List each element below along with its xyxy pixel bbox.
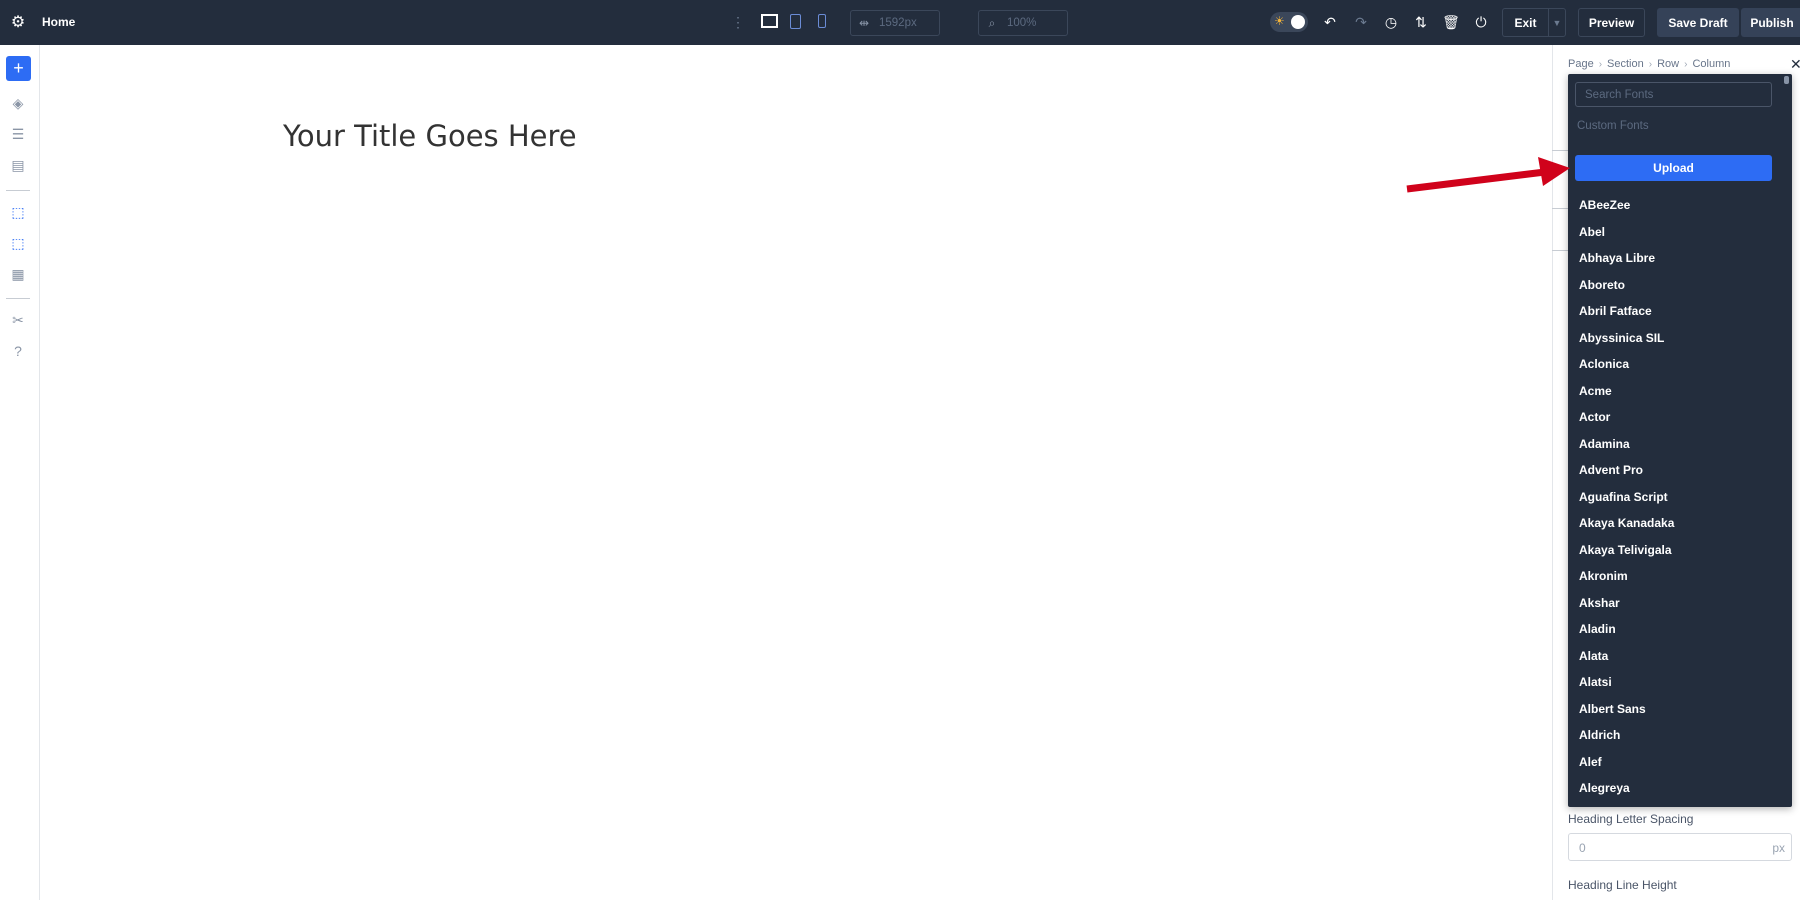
add-module-button[interactable]: +	[6, 56, 31, 81]
font-option[interactable]: Akaya Telivigala	[1568, 537, 1778, 564]
redo-icon[interactable]: ↷	[1351, 12, 1371, 32]
font-option[interactable]: Advent Pro	[1568, 457, 1778, 484]
breadcrumb-section[interactable]: Section	[1607, 58, 1644, 70]
save-draft-button[interactable]: Save Draft	[1657, 8, 1739, 37]
exit-dropdown-caret-icon[interactable]: ▼	[1548, 8, 1566, 37]
font-option[interactable]: Alef	[1568, 749, 1778, 776]
exit-button[interactable]: Exit	[1502, 8, 1548, 37]
font-option[interactable]: Actor	[1568, 404, 1778, 431]
breadcrumb-column[interactable]: Column	[1692, 58, 1730, 70]
light-dark-mode-toggle[interactable]: ☀	[1270, 12, 1308, 32]
arrow-shaft	[1406, 168, 1546, 193]
tools-icon[interactable]: ✂	[8, 310, 28, 330]
font-option[interactable]: Aguafina Script	[1568, 484, 1778, 511]
sidebar-divider	[6, 298, 30, 299]
font-list: ABeeZee Abel Abhaya Libre Aboreto Abril Fatf…	[1568, 192, 1778, 802]
heading-letter-spacing-label: Heading Letter Spacing	[1568, 812, 1694, 826]
sidebar-divider	[6, 190, 30, 191]
font-option[interactable]: Abyssinica SIL	[1568, 325, 1778, 352]
panel-divider	[1552, 208, 1568, 209]
left-sidebar: + ◈ ☰ ▤ ⬚ ⬚ ▦ ✂ ?	[0, 45, 40, 900]
font-option[interactable]: Abhaya Libre	[1568, 245, 1778, 272]
font-option[interactable]: Akshar	[1568, 590, 1778, 617]
breadcrumb: Page › Section › Row › Column	[1568, 58, 1730, 70]
database-icon[interactable]: ☰	[8, 124, 28, 144]
font-dropdown: Custom Fonts Upload ABeeZeeAbelAbhaya Li…	[1568, 74, 1792, 807]
search-fonts-input[interactable]	[1575, 82, 1772, 107]
zoom-field[interactable]: ⌕ 100%	[978, 10, 1068, 36]
page-title[interactable]: Your Title Goes Here	[283, 119, 577, 153]
breadcrumb-separator-icon: ›	[1684, 58, 1688, 70]
font-option[interactable]: Albert Sans	[1568, 696, 1778, 723]
font-option[interactable]: Akaya Kanadaka	[1568, 510, 1778, 537]
scrollbar-thumb[interactable]	[1784, 76, 1789, 84]
page-name: Home	[42, 15, 76, 29]
multi-select-icon[interactable]: ⬚	[8, 233, 28, 253]
width-arrows-icon: ⇹	[858, 16, 870, 30]
sort-arrows-icon[interactable]: ⇅	[1411, 12, 1431, 32]
preview-button[interactable]: Preview	[1578, 8, 1645, 37]
panel-divider	[1552, 150, 1568, 151]
toggle-knob	[1291, 15, 1305, 29]
close-panel-icon[interactable]: ✕	[1790, 56, 1800, 73]
panel-divider	[1552, 250, 1568, 251]
power-icon[interactable]: ⏻	[1471, 12, 1491, 32]
font-option[interactable]: Alegreya	[1568, 775, 1778, 802]
publish-button[interactable]: Publish	[1741, 8, 1800, 37]
font-option[interactable]: Aclonica	[1568, 351, 1778, 378]
font-option[interactable]: Abril Fatface	[1568, 298, 1778, 325]
history-icon[interactable]: ◷	[1381, 12, 1401, 32]
heading-letter-spacing-input[interactable]: 0 px	[1568, 833, 1792, 861]
canvas-width-field[interactable]: ⇹ 1592px	[850, 10, 940, 36]
layout-icon[interactable]: ▤	[8, 155, 28, 175]
arrow-head	[1538, 157, 1570, 186]
settings-gear-icon[interactable]: ⚙	[8, 12, 28, 32]
breadcrumb-row[interactable]: Row	[1657, 58, 1679, 70]
breadcrumb-separator-icon: ›	[1598, 58, 1603, 70]
font-option[interactable]: Acme	[1568, 378, 1778, 405]
top-toolbar: ⚙ Home ⋮ ⇹ 1592px ⌕ 100% ☀ ↶ ↷ ◷ ⇅ 🗑 ⏻ E…	[0, 0, 1800, 45]
font-option[interactable]: Alatsi	[1568, 669, 1778, 696]
phone-view-icon[interactable]	[818, 14, 826, 28]
breadcrumb-page[interactable]: Page	[1568, 58, 1594, 70]
undo-icon[interactable]: ↶	[1320, 12, 1340, 32]
font-option[interactable]: Akronim	[1568, 563, 1778, 590]
heading-line-height-label: Heading Line Height	[1568, 878, 1677, 892]
font-option[interactable]: Adamina	[1568, 431, 1778, 458]
sun-icon: ☀	[1274, 14, 1285, 28]
font-option[interactable]: Aldrich	[1568, 722, 1778, 749]
more-options-icon[interactable]: ⋮	[731, 12, 745, 32]
upload-button[interactable]: Upload	[1575, 155, 1772, 181]
layers-icon[interactable]: ◈	[8, 93, 28, 113]
tablet-view-icon[interactable]	[790, 14, 801, 29]
red-arrow-annotation	[1406, 157, 1570, 193]
select-element-icon[interactable]: ⬚	[8, 202, 28, 222]
font-option[interactable]: Aboreto	[1568, 272, 1778, 299]
font-option[interactable]: Abel	[1568, 219, 1778, 246]
trash-icon[interactable]: 🗑	[1441, 12, 1461, 32]
font-option[interactable]: ABeeZee	[1568, 192, 1778, 219]
zoom-icon: ⌕	[988, 15, 996, 30]
heading-letter-spacing-unit[interactable]: px	[1772, 841, 1785, 855]
heading-letter-spacing-value: 0	[1579, 841, 1586, 855]
breadcrumb-separator-icon: ›	[1648, 58, 1653, 70]
canvas-width-value: 1592px	[879, 17, 917, 29]
font-option[interactable]: Alata	[1568, 643, 1778, 670]
font-option[interactable]: Aladin	[1568, 616, 1778, 643]
zoom-value: 100%	[1007, 17, 1037, 29]
help-icon[interactable]: ?	[8, 341, 28, 361]
custom-fonts-label: Custom Fonts	[1577, 120, 1649, 132]
template-preview-icon[interactable]: ▦	[8, 264, 28, 284]
desktop-view-icon[interactable]	[761, 14, 778, 28]
